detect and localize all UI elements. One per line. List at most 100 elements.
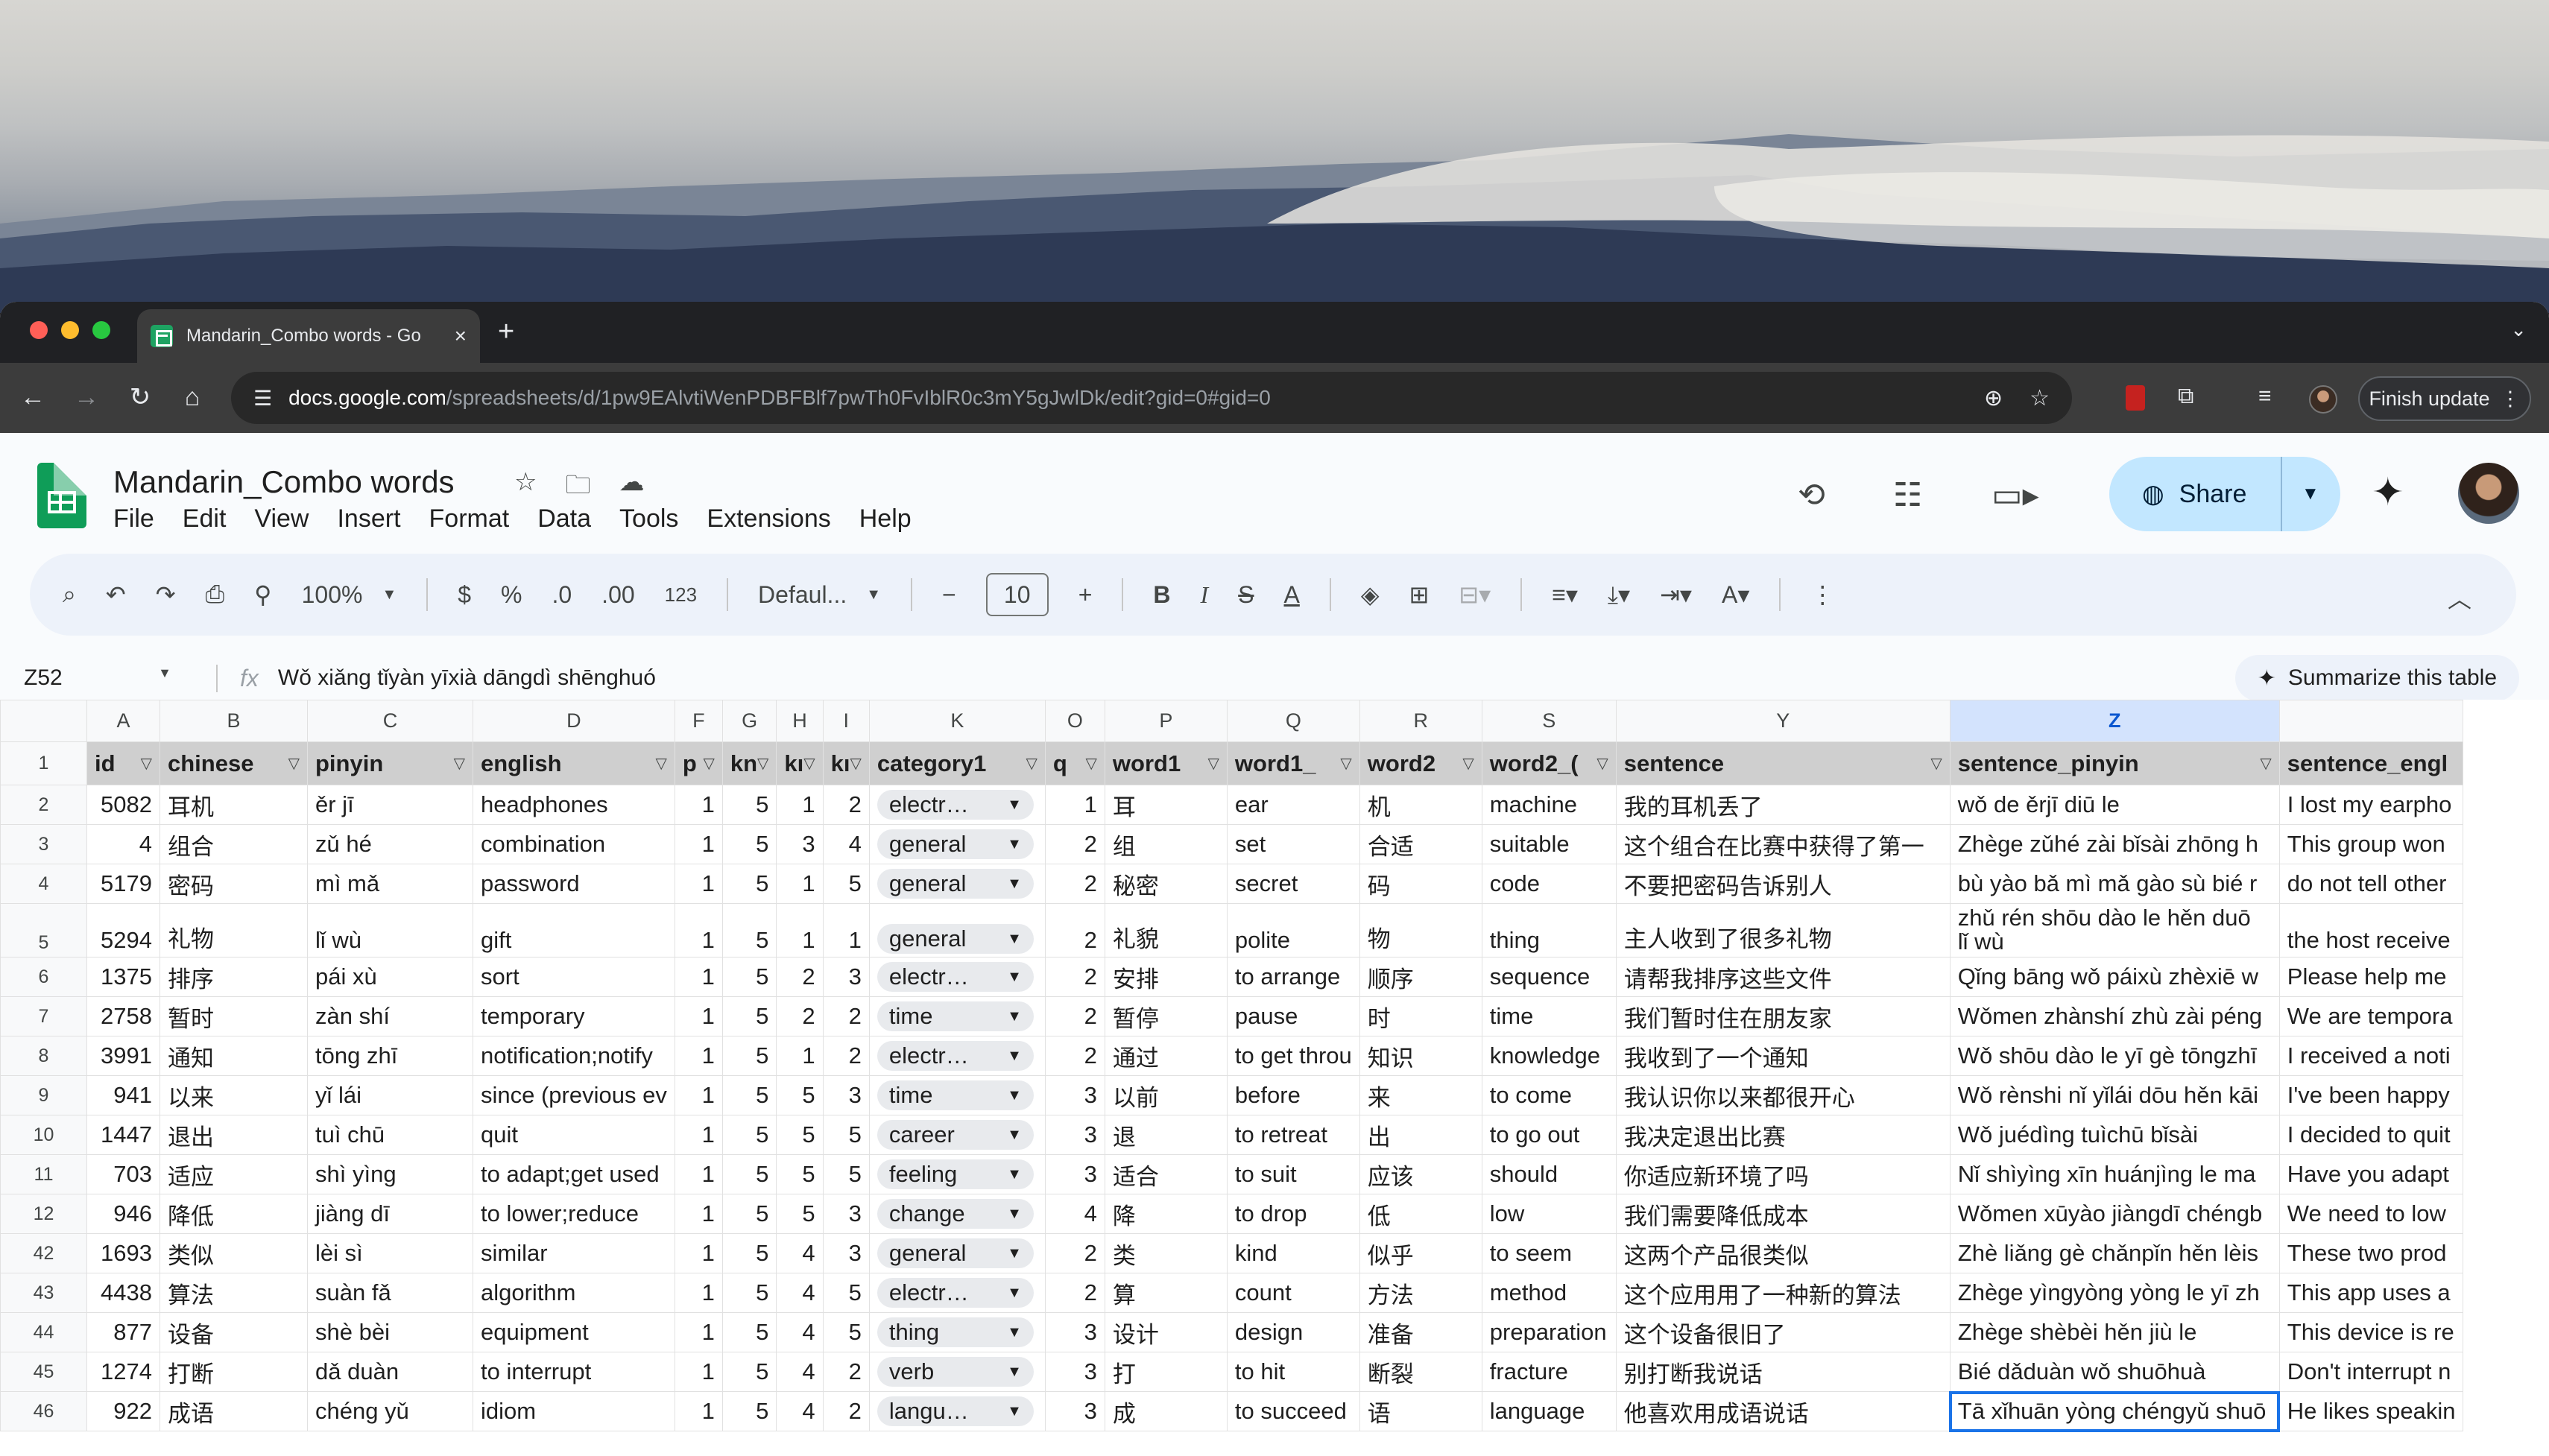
cell[interactable]: 1 bbox=[776, 1036, 824, 1076]
comments-icon[interactable]: ☷ bbox=[1893, 476, 1922, 514]
column-header[interactable]: R bbox=[1359, 700, 1482, 742]
cell[interactable]: 1 bbox=[674, 957, 723, 997]
text-wrapping-icon[interactable]: ⇥▾ bbox=[1660, 580, 1692, 609]
category-dropdown-chip[interactable]: feeling ▼ bbox=[876, 1159, 1034, 1189]
column-header[interactable]: H bbox=[776, 700, 824, 742]
redo-icon[interactable]: ↷ bbox=[156, 580, 176, 609]
font-size-input[interactable]: 10 bbox=[985, 573, 1049, 616]
row-header[interactable]: 42 bbox=[0, 1233, 87, 1273]
header-cell[interactable]: chinese ▽ bbox=[159, 741, 308, 785]
cell[interactable]: 3 bbox=[1044, 1075, 1105, 1115]
cell[interactable]: 4 bbox=[776, 1233, 824, 1273]
cell[interactable]: shè bèi bbox=[307, 1312, 473, 1352]
cell[interactable]: lǐ wù bbox=[307, 903, 473, 958]
filter-icon[interactable]: ▽ bbox=[850, 754, 862, 773]
column-header[interactable]: S bbox=[1481, 700, 1617, 742]
cell[interactable]: headphones bbox=[473, 785, 675, 825]
cell[interactable]: sort bbox=[473, 957, 675, 997]
cell[interactable]: before bbox=[1226, 1075, 1360, 1115]
cell[interactable]: 请帮我排序这些文件 bbox=[1615, 957, 1951, 997]
address-bar[interactable]: ☰ docs.google.com /spreadsheets/d/1pw9EA… bbox=[231, 372, 2072, 424]
cell[interactable]: 顺序 bbox=[1359, 957, 1482, 997]
undo-icon[interactable]: ↶ bbox=[106, 580, 126, 609]
cell[interactable]: 打 bbox=[1104, 1352, 1228, 1392]
cell[interactable]: bù yào bǎ mì mǎ gào sù bié r bbox=[1949, 864, 2280, 904]
cell[interactable]: fracture bbox=[1481, 1352, 1617, 1392]
cell[interactable]: combination bbox=[473, 824, 675, 864]
back-button[interactable]: ← bbox=[16, 381, 49, 414]
cell[interactable]: 2 bbox=[776, 957, 824, 997]
cell[interactable]: 3 bbox=[822, 1075, 870, 1115]
cell[interactable]: Wǒ shōu dào le yī gè tōngzhī bbox=[1949, 1036, 2280, 1076]
cell[interactable]: 暂停 bbox=[1104, 996, 1228, 1036]
cell[interactable]: to seem bbox=[1481, 1233, 1617, 1273]
row-header[interactable]: 5 bbox=[0, 903, 87, 958]
cell[interactable]: Nǐ shìyìng xīn huánjìng le ma bbox=[1949, 1154, 2280, 1194]
cell[interactable]: 3 bbox=[822, 957, 870, 997]
header-cell[interactable]: kı ▽ bbox=[822, 741, 870, 785]
cell[interactable]: 出 bbox=[1359, 1115, 1482, 1155]
filter-icon[interactable]: ▽ bbox=[2260, 754, 2271, 773]
cell[interactable]: to arrange bbox=[1226, 957, 1360, 997]
cell[interactable]: I decided to quit bbox=[2278, 1115, 2464, 1155]
menu-insert[interactable]: Insert bbox=[337, 504, 400, 534]
cell[interactable]: We need to low bbox=[2278, 1194, 2464, 1234]
cell[interactable]: 4 bbox=[1044, 1194, 1105, 1234]
decrease-font-size-button[interactable]: − bbox=[942, 581, 956, 609]
cell[interactable]: kind bbox=[1226, 1233, 1360, 1273]
minimize-window-button[interactable] bbox=[61, 321, 79, 339]
cell[interactable]: 降 bbox=[1104, 1194, 1228, 1234]
cell[interactable]: 设计 bbox=[1104, 1312, 1228, 1352]
extensions-puzzle-icon[interactable]: ⧉ bbox=[2178, 384, 2193, 409]
cell[interactable]: to adapt;get used bbox=[473, 1154, 675, 1194]
cell[interactable]: 2758 bbox=[86, 996, 160, 1036]
browser-tab-active[interactable]: Mandarin_Combo words - Go × bbox=[137, 309, 480, 363]
cell[interactable]: to interrupt bbox=[473, 1352, 675, 1392]
cell[interactable]: 物 bbox=[1359, 903, 1482, 958]
cell[interactable]: 我认识你以来都很开心 bbox=[1615, 1075, 1951, 1115]
column-header[interactable]: K bbox=[868, 700, 1046, 742]
row-header[interactable]: 46 bbox=[0, 1391, 87, 1431]
cell[interactable]: general ▼ bbox=[868, 1233, 1046, 1273]
cell[interactable]: 1 bbox=[776, 864, 824, 904]
fill-color-icon[interactable]: ◈ bbox=[1361, 580, 1380, 609]
cell[interactable]: Zhè liǎng gè chǎnpǐn hěn lèis bbox=[1949, 1233, 2280, 1273]
cell[interactable]: 打断 bbox=[159, 1352, 308, 1392]
cell[interactable]: 5 bbox=[721, 1154, 777, 1194]
cell[interactable]: Have you adapt bbox=[2278, 1154, 2464, 1194]
hide-menus-chevron-icon[interactable]: ︿ bbox=[2448, 580, 2471, 615]
menu-extensions[interactable]: Extensions bbox=[707, 504, 830, 534]
cell[interactable]: 这个应用用了一种新的算法 bbox=[1615, 1273, 1951, 1313]
cell[interactable]: thing bbox=[1481, 903, 1617, 958]
cell[interactable]: 2 bbox=[1044, 824, 1105, 864]
cell[interactable]: zàn shí bbox=[307, 996, 473, 1036]
cell[interactable]: language bbox=[1481, 1391, 1617, 1431]
cell[interactable]: verb ▼ bbox=[868, 1352, 1046, 1392]
cell[interactable]: 5 bbox=[721, 864, 777, 904]
cell[interactable]: 1 bbox=[1044, 785, 1105, 825]
cell[interactable]: 降低 bbox=[159, 1194, 308, 1234]
cell[interactable]: chéng yǔ bbox=[307, 1391, 473, 1431]
cell[interactable]: 5 bbox=[721, 1352, 777, 1392]
row-header[interactable]: 11 bbox=[0, 1154, 87, 1194]
header-cell[interactable]: pinyin ▽ bbox=[307, 741, 473, 785]
cell[interactable]: These two prod bbox=[2278, 1233, 2464, 1273]
meet-video-icon[interactable]: ▭▸ bbox=[1991, 476, 2039, 514]
cell[interactable]: 1 bbox=[674, 1273, 723, 1313]
filter-icon[interactable]: ▽ bbox=[703, 754, 714, 773]
cell[interactable]: 5179 bbox=[86, 864, 160, 904]
cell[interactable]: 5 bbox=[776, 1075, 824, 1115]
cell[interactable]: 1 bbox=[674, 1233, 723, 1273]
cell[interactable]: 3 bbox=[776, 824, 824, 864]
more-formats-button[interactable]: 123 bbox=[665, 583, 697, 607]
menu-file[interactable]: File bbox=[113, 504, 154, 534]
cell[interactable]: low bbox=[1481, 1194, 1617, 1234]
header-cell[interactable]: sentence_engl bbox=[2278, 741, 2464, 785]
cell[interactable]: 4 bbox=[776, 1352, 824, 1392]
filter-icon[interactable]: ▽ bbox=[655, 754, 666, 773]
text-color-icon[interactable]: A bbox=[1284, 581, 1300, 609]
cell[interactable]: preparation bbox=[1481, 1312, 1617, 1352]
borders-icon[interactable]: ⊞ bbox=[1409, 580, 1429, 609]
cell[interactable]: lèi sì bbox=[307, 1233, 473, 1273]
row-header[interactable]: 7 bbox=[0, 996, 87, 1036]
